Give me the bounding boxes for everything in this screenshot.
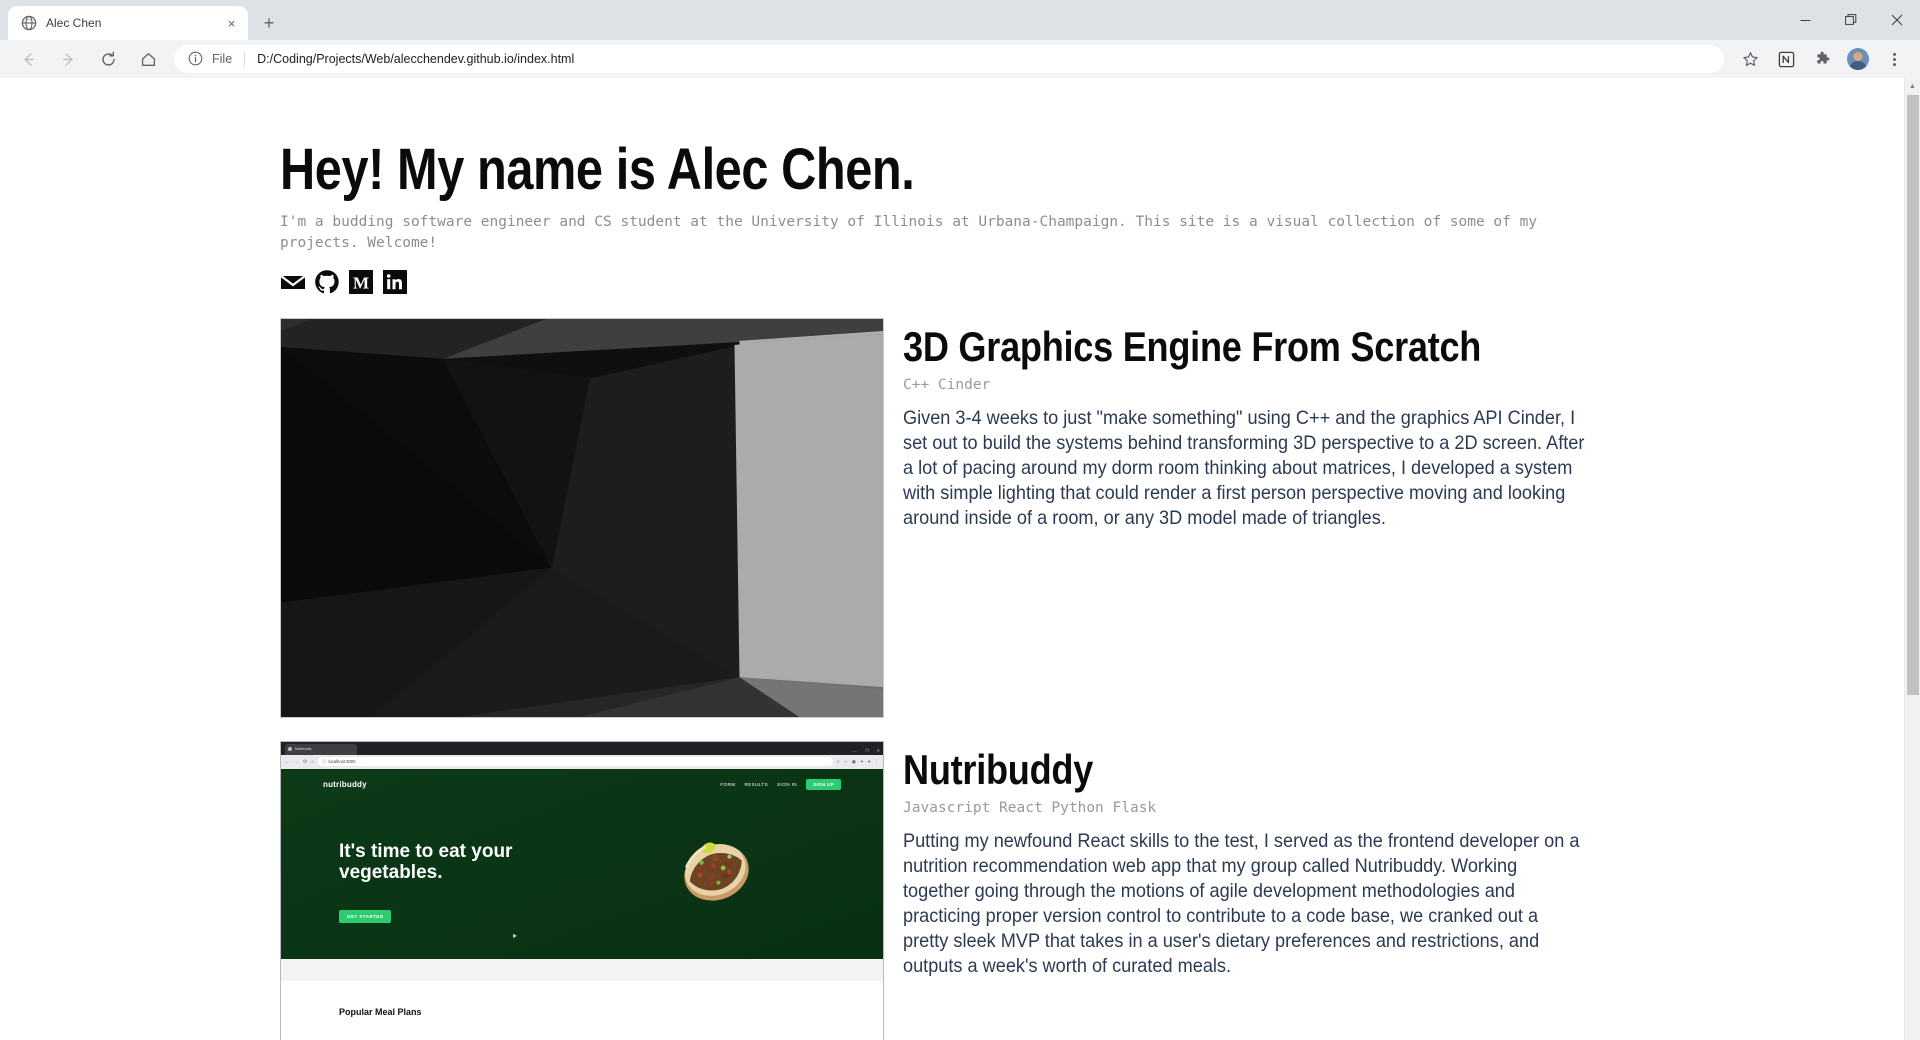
url-scheme-label: File — [212, 52, 233, 66]
new-tab-button[interactable]: + — [255, 9, 283, 37]
project-details: Nutribuddy Javascript React Python Flask… — [884, 741, 1640, 1040]
nested-minimize-icon: — — [853, 747, 858, 753]
profile-avatar[interactable] — [1843, 44, 1873, 74]
intro-paragraph: I'm a budding software engineer and CS s… — [280, 213, 1538, 252]
github-icon[interactable] — [314, 269, 340, 295]
home-button[interactable] — [133, 44, 163, 74]
nav-link-form: FORM — [720, 781, 736, 787]
nav-link-sign-in: SIGN IN — [777, 781, 797, 787]
extensions-puzzle-icon[interactable] — [1807, 44, 1837, 74]
nutribuddy-meal-plans-section: Popular Meal Plans — [281, 980, 883, 1040]
nested-url-text: localhost:3000 — [328, 759, 356, 765]
nested-favicon-icon — [288, 747, 292, 752]
nested-toolbar-icons: ⌕ ☆ ▣ ✦ ● ⋮ — [837, 759, 879, 765]
minimize-icon[interactable] — [1782, 0, 1828, 40]
nested-maximize-icon: ❐ — [865, 747, 869, 753]
nested-address-bar: ⓘ localhost:3000 — [318, 757, 834, 767]
nav-link-results: RESULTS — [744, 781, 769, 787]
nutribuddy-screenshot-image: Nutribuddy — ❐ ✕ ← → ⟳ ⌂ ⓘ localhost:300… — [280, 740, 884, 1040]
nested-toolbar: ← → ⟳ ⌂ ⓘ localhost:3000 ⌕ ☆ ▣ ✦ ● ⋮ — [281, 754, 883, 769]
nutribuddy-logo: nutribuddy — [323, 779, 367, 789]
nested-browser-tab: Nutribuddy — [285, 743, 357, 755]
nested-reload-icon: ⟳ — [303, 758, 308, 765]
nested-menu-icon: ⋮ — [874, 758, 880, 764]
web-page: Hey! My name is Alec Chen. I'm a budding… — [0, 78, 1904, 1040]
mouse-cursor-icon: ▸ — [513, 930, 518, 940]
maximize-restore-icon[interactable] — [1828, 0, 1874, 40]
window-controls — [1782, 0, 1920, 40]
nested-tab-title: Nutribuddy — [295, 747, 312, 752]
project-tags: C++ Cinder — [903, 376, 991, 393]
project-title: Nutribuddy — [903, 745, 1094, 793]
nested-extension-icon: ▣ — [851, 758, 856, 764]
forward-button[interactable] — [53, 44, 83, 74]
nutribuddy-hero: nutribuddy FORM RESULTS SIGN IN SIGN UP … — [281, 768, 883, 959]
project-tags: Javascript React Python Flask — [903, 799, 1157, 816]
page-content: Hey! My name is Alec Chen. I'm a budding… — [280, 78, 1640, 1040]
nested-home-icon: ⌂ — [311, 758, 315, 765]
back-button[interactable] — [13, 44, 43, 74]
globe-icon — [21, 15, 37, 31]
nested-window-controls: — ❐ ✕ — [853, 748, 880, 753]
address-bar[interactable]: File D:/Coding/Projects/Web/alecchendev.… — [174, 45, 1724, 73]
sign-up-button: SIGN UP — [806, 778, 841, 790]
project-description: Given 3-4 weeks to just "make something"… — [903, 406, 1585, 529]
social-links: M — [280, 269, 1640, 295]
url-text: D:/Coding/Projects/Web/alecchendev.githu… — [257, 52, 575, 66]
taco-food-photo — [667, 827, 763, 911]
tab-strip: Alec Chen × + — [0, 0, 1920, 40]
close-window-icon[interactable] — [1874, 0, 1920, 40]
project-thumbnail[interactable] — [280, 317, 884, 718]
nested-puzzle-icon: ✦ — [860, 758, 864, 764]
project-title: 3D Graphics Engine From Scratch — [903, 322, 1482, 370]
close-icon[interactable]: × — [223, 15, 240, 32]
notion-extension-icon[interactable] — [1771, 44, 1801, 74]
svg-text:M: M — [353, 273, 369, 292]
project-card-nutribuddy: Nutribuddy — ❐ ✕ ← → ⟳ ⌂ ⓘ localhost:300… — [280, 740, 1640, 1040]
medium-icon[interactable]: M — [348, 269, 374, 295]
page-scrollbar[interactable]: ▲ — [1904, 78, 1920, 1040]
render-3d-polygons-image — [280, 317, 884, 718]
page-viewport: Hey! My name is Alec Chen. I'm a budding… — [0, 78, 1920, 1040]
linkedin-icon[interactable] — [382, 269, 408, 295]
nested-info-icon: ⓘ — [322, 758, 327, 764]
scroll-up-arrow-icon[interactable]: ▲ — [1905, 78, 1920, 94]
get-started-button: GET STARTED — [339, 909, 392, 923]
three-dot-menu-icon[interactable] — [1879, 44, 1909, 74]
tab-title: Alec Chen — [46, 16, 102, 30]
nested-avatar-icon: ● — [867, 759, 871, 765]
email-icon[interactable] — [280, 269, 306, 295]
scrollbar-thumb[interactable] — [1907, 95, 1919, 695]
nutribuddy-headline: It's time to eat your vegetables. — [339, 840, 513, 883]
nested-search-icon: ⌕ — [837, 759, 840, 765]
browser-tab-alec-chen[interactable]: Alec Chen × — [8, 6, 248, 40]
project-description: Putting my newfound React skills to the … — [903, 829, 1580, 977]
page-title: Hey! My name is Alec Chen. — [280, 137, 915, 202]
bookmark-star-icon[interactable] — [1735, 44, 1765, 74]
nested-close-icon: ✕ — [876, 747, 880, 753]
nutribuddy-divider — [281, 958, 883, 981]
nested-back-icon: ← — [285, 758, 290, 765]
project-thumbnail[interactable]: Nutribuddy — ❐ ✕ ← → ⟳ ⌂ ⓘ localhost:300… — [280, 740, 884, 1040]
nutribuddy-nav-links: FORM RESULTS SIGN IN SIGN UP — [720, 778, 841, 790]
nutribuddy-navbar: nutribuddy FORM RESULTS SIGN IN SIGN UP — [281, 769, 883, 790]
browser-toolbar: File D:/Coding/Projects/Web/alecchendev.… — [0, 40, 1920, 78]
omnibox-divider — [244, 51, 246, 67]
nested-tab-strip: Nutribuddy — ❐ ✕ — [281, 741, 883, 755]
info-circle-icon — [188, 51, 204, 67]
reload-button[interactable] — [93, 44, 123, 74]
browser-window: Alec Chen × + File D:/Coding/Projects/We… — [0, 0, 1920, 1040]
nested-forward-icon: → — [294, 758, 299, 765]
project-card-3d-graphics-engine: 3D Graphics Engine From Scratch C++ Cind… — [280, 317, 1640, 718]
nested-star-icon: ☆ — [843, 758, 848, 764]
popular-meal-plans-title: Popular Meal Plans — [339, 1006, 422, 1017]
project-details: 3D Graphics Engine From Scratch C++ Cind… — [884, 318, 1640, 718]
